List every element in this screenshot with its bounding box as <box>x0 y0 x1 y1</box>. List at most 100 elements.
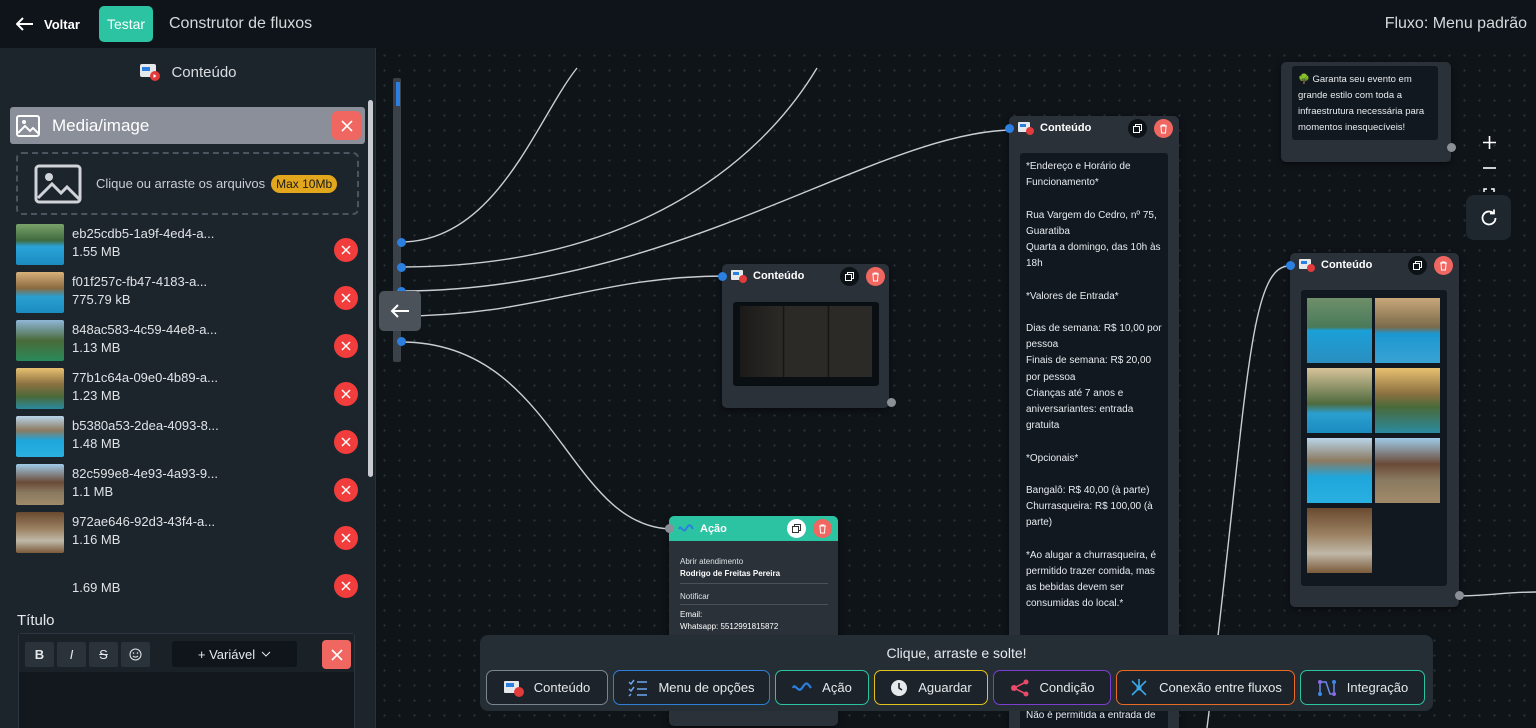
output-handle[interactable] <box>1455 591 1464 600</box>
file-item: f01f257c-fb47-4183-a... 775.79 kB <box>16 272 361 320</box>
input-handle[interactable] <box>718 272 727 281</box>
input-handle[interactable] <box>1005 124 1014 133</box>
output-handle[interactable] <box>1447 143 1456 152</box>
node-header: Ação <box>669 516 838 541</box>
palette-label: Conteúdo <box>533 680 591 695</box>
file-size: 1.55 MB <box>72 244 121 259</box>
title-editor[interactable]: B I S + Variável <box>18 633 355 728</box>
delete-file-button[interactable] <box>334 430 358 454</box>
delete-node-button[interactable] <box>866 267 885 286</box>
sidebar-header: Conteúdo <box>0 60 375 84</box>
source-node-accent <box>396 82 400 106</box>
back-button[interactable]: Voltar <box>16 12 80 36</box>
gallery-image <box>1307 508 1372 573</box>
delete-file-button[interactable] <box>334 526 358 550</box>
gallery-image <box>1375 298 1440 363</box>
node-gallery-box <box>1301 290 1447 586</box>
file-size: 1.13 MB <box>72 340 121 355</box>
copy-node-button[interactable] <box>840 267 859 286</box>
close-icon <box>341 485 351 495</box>
file-dropzone[interactable]: Clique ou arraste os arquivos Max 10Mb <box>16 152 359 215</box>
delete-file-button[interactable] <box>334 286 358 310</box>
delete-file-button[interactable] <box>334 334 358 358</box>
file-item: 972ae646-92d3-43f4-a... 1.16 MB <box>16 512 361 560</box>
refresh-button[interactable] <box>1466 195 1511 240</box>
sidebar-scrollbar[interactable] <box>368 100 373 477</box>
divider <box>680 583 828 584</box>
content-node-event[interactable]: 🌳 Garanta seu evento em grande estilo co… <box>1281 62 1456 162</box>
content-node-menu[interactable]: Conteúdo <box>718 264 896 408</box>
input-handle[interactable] <box>665 524 674 533</box>
strike-button[interactable]: S <box>89 642 118 667</box>
close-icon <box>341 581 351 591</box>
content-icon <box>140 64 161 81</box>
palette-content-button[interactable]: Conteúdo <box>486 670 608 705</box>
gallery-image <box>1307 438 1372 503</box>
file-thumbnail <box>16 512 64 553</box>
copy-icon <box>1133 124 1142 133</box>
remove-title-button[interactable] <box>322 640 351 669</box>
gallery-image <box>1307 298 1372 363</box>
palette-wait-button[interactable]: Aguardar <box>874 670 988 705</box>
edge <box>400 129 1015 292</box>
delete-node-button[interactable] <box>1154 119 1173 138</box>
gallery-image <box>1307 368 1372 433</box>
palette-integration-button[interactable]: Integração <box>1300 670 1425 705</box>
file-thumbnail <box>16 272 64 313</box>
input-handle[interactable] <box>1286 261 1295 270</box>
file-name: 77b1c64a-09e0-4b89-a... <box>72 370 219 385</box>
copy-node-button[interactable] <box>787 519 806 538</box>
delete-file-button[interactable] <box>334 238 358 262</box>
delete-node-button[interactable] <box>813 519 832 538</box>
edge <box>1456 591 1536 597</box>
node-header: Conteúdo <box>1009 116 1179 140</box>
output-handle[interactable] <box>887 398 896 407</box>
file-size: 1.1 MB <box>72 484 114 499</box>
copy-node-button[interactable] <box>1128 119 1147 138</box>
test-button[interactable]: Testar <box>99 6 153 42</box>
edge <box>400 67 578 243</box>
bold-button[interactable]: B <box>25 642 54 667</box>
node-palette: Clique, arraste e solte! Conteúdo Menu d… <box>480 635 1433 711</box>
output-handle[interactable] <box>397 238 406 247</box>
palette-flow-connection-button[interactable]: Conexão entre fluxos <box>1116 670 1295 705</box>
content-icon <box>1299 259 1315 272</box>
output-handle[interactable] <box>397 337 406 346</box>
copy-node-button[interactable] <box>1408 256 1427 275</box>
menu-image <box>740 306 872 377</box>
output-handle[interactable] <box>397 263 406 272</box>
remove-media-button[interactable] <box>332 111 361 140</box>
file-name: 848ac583-4c59-44e8-a... <box>72 322 218 337</box>
arrow-left-icon <box>390 304 409 318</box>
flow-canvas[interactable]: Conteúdo Ação Abrir atendimento Rodrigo … <box>377 48 1536 728</box>
collapse-sidebar-button[interactable] <box>379 291 421 331</box>
palette-label: Integração <box>1346 680 1409 695</box>
delete-file-button[interactable] <box>334 382 358 406</box>
file-thumbnail <box>16 320 64 361</box>
trash-icon <box>1440 261 1447 270</box>
delete-file-button[interactable] <box>334 478 358 502</box>
content-node-gallery[interactable]: Conteúdo <box>1286 253 1464 607</box>
file-size: 1.48 MB <box>72 436 121 451</box>
file-size: 1.69 MB <box>72 580 121 595</box>
variable-dropdown[interactable]: + Variável <box>172 641 297 667</box>
close-icon <box>341 389 351 399</box>
zoom-in-button[interactable] <box>1474 129 1504 155</box>
editor-toolbar: B I S + Variável <box>19 634 354 672</box>
flow-name: Fluxo: Menu padrão <box>1384 15 1527 32</box>
close-icon <box>341 293 351 303</box>
emoji-button[interactable] <box>121 642 150 667</box>
image-placeholder-icon <box>34 164 82 203</box>
palette-action-button[interactable]: Ação <box>775 670 869 705</box>
edge <box>400 275 727 317</box>
file-item: 82c599e8-4e93-4a93-9... 1.1 MB <box>16 464 361 512</box>
node-title: Conteúdo <box>1040 122 1092 134</box>
delete-node-button[interactable] <box>1434 256 1453 275</box>
branch-icon <box>1010 679 1029 696</box>
zoom-out-button[interactable] <box>1474 155 1504 181</box>
file-thumbnail <box>16 368 64 409</box>
palette-condition-button[interactable]: Condição <box>993 670 1111 705</box>
delete-file-button[interactable] <box>334 574 358 598</box>
palette-menu-button[interactable]: Menu de opções <box>613 670 770 705</box>
italic-button[interactable]: I <box>57 642 86 667</box>
